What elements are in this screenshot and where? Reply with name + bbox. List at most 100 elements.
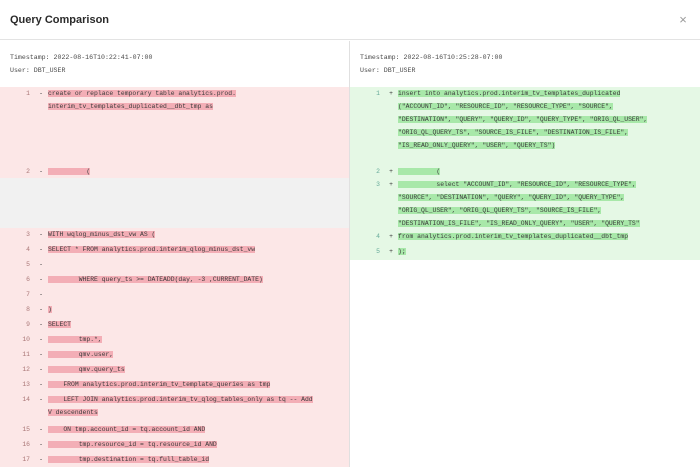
diff-sign: - <box>39 336 43 343</box>
previous-lines: 1- create or replace temporary table anal… <box>0 87 349 467</box>
diff-sign: - <box>39 396 43 403</box>
diff-pane-current[interactable]: Timestamp: 2022-08-16T10:25:28-07:00 Use… <box>350 41 700 467</box>
diff-sign: + <box>389 233 393 240</box>
line-number: 9 <box>26 321 30 328</box>
diff-sign: - <box>39 231 43 238</box>
code-text: tmp.resource_id = tq.resource_id AND <box>48 441 217 448</box>
code-text: qmv.user, <box>48 351 114 358</box>
line-number: 2 <box>26 168 30 175</box>
diff-line: 5- <box>0 258 349 273</box>
diff-sign: - <box>39 351 43 358</box>
diff-line: 2 + ( <box>350 165 700 178</box>
code-text: insert into analytics.prod.interim_tv_te… <box>398 90 648 149</box>
line-number: 3 <box>376 181 380 188</box>
diff-line: 7- <box>0 288 349 303</box>
previous-query-meta: Timestamp: 2022-08-16T10:22:41-07:00 Use… <box>0 41 349 87</box>
line-number: 5 <box>376 248 380 255</box>
diff-line: 5 +); <box>350 245 700 260</box>
diff-sign: - <box>39 321 43 328</box>
line-number: 1 <box>26 90 30 97</box>
code-text: ( <box>48 168 91 175</box>
diff-sign: - <box>39 291 43 298</box>
diff-line: 8 -) <box>0 303 349 318</box>
line-number: 1 <box>376 90 380 97</box>
diff-line: 1 - create or replace temporary table anal… <box>0 87 349 165</box>
diff-line: 11 - qmv.user, <box>0 348 349 363</box>
diff-sign: - <box>39 366 43 373</box>
diff-pane-previous[interactable]: Timestamp: 2022-08-16T10:22:41-07:00 Use… <box>0 41 350 467</box>
line-number: 10 <box>22 336 30 343</box>
code-text: create or replace temporary table analyt… <box>48 90 236 110</box>
code-text: WHERE query_ts >= DATEADD(day, -3 ,CURRE… <box>48 276 263 283</box>
previous-user: User: DBT_USER <box>10 67 66 74</box>
line-number: 2 <box>376 168 380 175</box>
current-lines: 1 + insert into analytics.prod.interim_tv_… <box>350 87 700 467</box>
diff-line: 15 - ON tmp.account_id = tq.account_id AN… <box>0 423 349 438</box>
diff-sign: - <box>39 168 43 175</box>
code-text: qmv.query_ts <box>48 366 125 373</box>
diff-line: 12 - qmv.query_ts <box>0 363 349 378</box>
diff-sign: + <box>389 90 393 97</box>
close-icon[interactable]: × <box>676 12 690 27</box>
diff-line: 16 - tmp.resource_id = tq.resource_id AND <box>0 438 349 453</box>
diff-sign: - <box>39 276 43 283</box>
line-number: 17 <box>22 456 30 463</box>
diff-line: 14 - LEFT JOIN analytics.prod.interim_tv_… <box>0 393 349 423</box>
diff-line: 6 - WHERE query_ts >= DATEADD(day, -3 ,CU… <box>0 273 349 288</box>
code-text: FROM analytics.prod.interim_tv_template_… <box>48 381 271 388</box>
diff-sign: - <box>39 90 43 97</box>
diff-sign: - <box>39 441 43 448</box>
diff-line: 3 + select "ACCOUNT_ID", "RESOURCE_ID", "… <box>350 178 700 230</box>
modal-title: Query Comparison <box>10 13 110 26</box>
diff-line: 4 - SELECT * FROM analytics.prod.interim_q… <box>0 243 349 258</box>
diff-sign: - <box>39 456 43 463</box>
diff-sign: - <box>39 306 43 313</box>
diff-line: 10 - tmp.*, <box>0 333 349 348</box>
code-text: ) <box>48 306 52 313</box>
line-number: 16 <box>22 441 30 448</box>
current-timestamp: Timestamp: 2022-08-16T10:25:28-07:00 <box>360 54 503 61</box>
diff-sign: + <box>389 181 393 188</box>
code-text: SELECT * FROM analytics.prod.interim_qlo… <box>48 246 256 253</box>
line-number: 11 <box>22 351 30 358</box>
diff-sign: - <box>39 426 43 433</box>
diff-sign: + <box>389 168 393 175</box>
diff-view: Timestamp: 2022-08-16T10:22:41-07:00 Use… <box>0 41 700 467</box>
diff-line: 4 + from analytics.prod.interim_tv_templat… <box>350 230 700 245</box>
line-number: 14 <box>22 396 30 403</box>
line-number: 3 <box>26 231 30 238</box>
diff-sign: + <box>389 248 393 255</box>
code-text: SELECT <box>48 321 72 328</box>
code-text: WITH wqlog_minus_dst_vw AS ( <box>48 231 156 238</box>
modal-header: Query Comparison × <box>0 0 700 40</box>
code-text: ON tmp.account_id = tq.account_id AND <box>48 426 206 433</box>
diff-line: 9 - SELECT <box>0 318 349 333</box>
code-text: ); <box>398 248 406 255</box>
line-number: 8 <box>26 306 30 313</box>
code-text: tmp.*, <box>48 336 102 343</box>
diff-line: 2 - ( <box>0 165 349 178</box>
line-number: 4 <box>26 246 30 253</box>
line-number: 5 <box>26 261 30 268</box>
line-number: 12 <box>22 366 30 373</box>
diff-line: 3 - WITH wqlog_minus_dst_vw AS ( <box>0 228 349 243</box>
code-text: LEFT JOIN analytics.prod.interim_tv_qlog… <box>48 396 313 416</box>
code-text: tmp.destination = tq.full_table_id <box>48 456 210 463</box>
current-query-meta: Timestamp: 2022-08-16T10:25:28-07:00 Use… <box>350 41 700 87</box>
line-number: 15 <box>22 426 30 433</box>
diff-line: 17 - tmp.destination = tq.full_table_id <box>0 453 349 467</box>
diff-sign: - <box>39 246 43 253</box>
diff-line: 1 + insert into analytics.prod.interim_tv_… <box>350 87 700 165</box>
diff-line: 13 - FROM analytics.prod.interim_tv_templ… <box>0 378 349 393</box>
query-comparison-modal: Query Comparison × Timestamp: 2022-08-16… <box>0 0 700 467</box>
code-text: select "ACCOUNT_ID", "RESOURCE_ID", "RES… <box>398 181 640 227</box>
code-text: from analytics.prod.interim_tv_templates… <box>398 233 629 240</box>
code-text: ( <box>398 168 441 175</box>
line-number: 6 <box>26 276 30 283</box>
previous-timestamp: Timestamp: 2022-08-16T10:22:41-07:00 <box>10 54 153 61</box>
diff-sign: - <box>39 381 43 388</box>
diff-line <box>0 178 349 228</box>
line-number: 4 <box>376 233 380 240</box>
diff-sign: - <box>39 261 43 268</box>
line-number: 7 <box>26 291 30 298</box>
